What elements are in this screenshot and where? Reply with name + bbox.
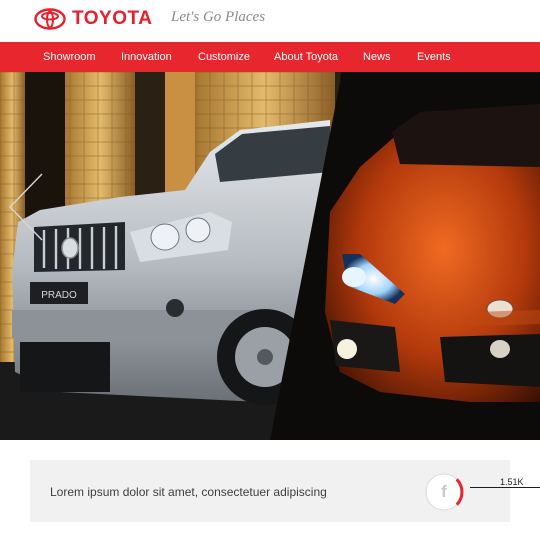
main-nav: Showroom Innovation Customize About Toyo… [0,42,540,72]
prado-badge-text: PRADO [41,290,77,301]
hero-slider[interactable]: PRADO [0,72,540,440]
info-text: Lorem ipsum dolor sit amet, consectetuer… [50,485,327,499]
info-bar: Lorem ipsum dolor sit amet, consectetuer… [30,460,510,522]
brand-name: TOYOTA [72,8,153,29]
facebook-share-button[interactable]: f [424,472,464,512]
hero-image: PRADO [0,72,540,440]
toyota-logo[interactable]: TOYOTA [34,7,152,31]
page: TOYOTA Let's Go Places Showroom Innovati… [0,0,540,540]
facebook-icon: f [441,482,447,501]
nav-item-events[interactable]: Events [417,42,451,72]
site-header: TOYOTA Let's Go Places [0,0,540,42]
slider-prev-arrow-icon[interactable] [4,172,44,242]
share-count: 1.51K [500,477,524,487]
toyota-emblem-icon [34,8,66,30]
nav-item-about-toyota[interactable]: About Toyota [274,42,338,72]
nav-item-innovation[interactable]: Innovation [121,42,172,72]
nav-item-customize[interactable]: Customize [198,42,250,72]
nav-item-news[interactable]: News [363,42,391,72]
share-count-divider [470,487,540,488]
brand-tagline: Let's Go Places [171,9,266,25]
nav-item-showroom[interactable]: Showroom [43,42,96,72]
